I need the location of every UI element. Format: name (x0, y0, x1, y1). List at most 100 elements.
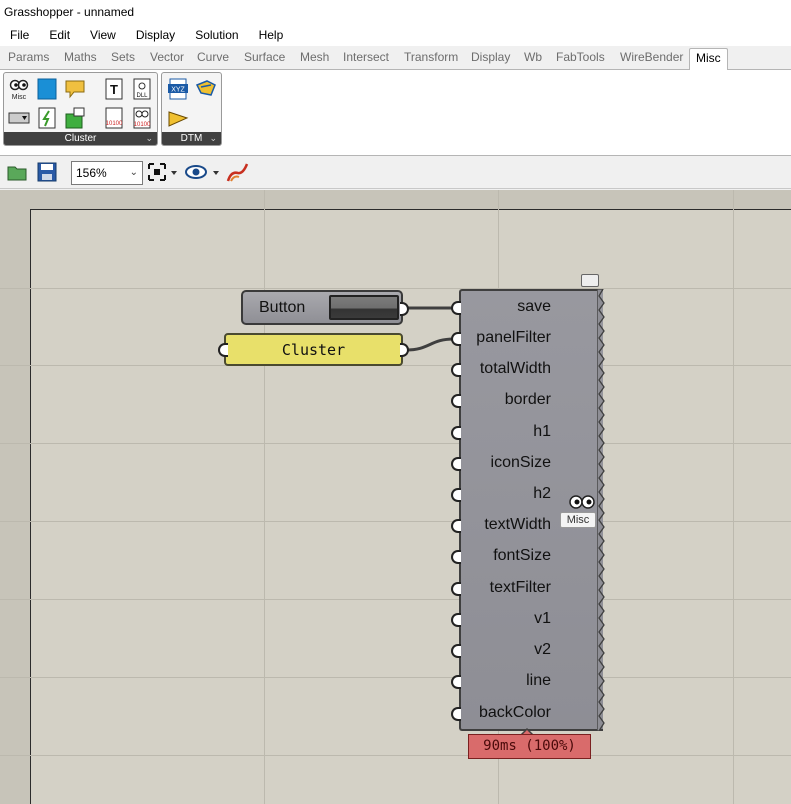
tab-transform[interactable]: Transform (404, 50, 458, 64)
binary-icon-text: 10100 (106, 121, 123, 127)
binary-eyes-icon-text: 10100 (134, 122, 151, 128)
button-face[interactable] (329, 295, 399, 320)
input-label-backcolor: backColor (478, 704, 551, 721)
cluster-expand-icon[interactable]: ⌄ (145, 132, 153, 145)
tab-maths[interactable]: Maths (64, 50, 97, 64)
menu-bar: File Edit View Display Solution Help (0, 24, 791, 46)
dll-file-icon[interactable]: DLL (131, 77, 153, 101)
component-badge: Misc (560, 512, 596, 528)
menu-file[interactable]: File (8, 24, 31, 46)
menu-help[interactable]: Help (257, 24, 286, 46)
zoom-extents-icon[interactable] (146, 161, 178, 183)
value-list-icon[interactable] (8, 106, 30, 130)
canvas-area[interactable] (30, 209, 791, 804)
misc-component[interactable] (459, 289, 603, 731)
input-label-fontsize: fontSize (493, 547, 551, 564)
cluster-panel[interactable]: Cluster (224, 333, 403, 366)
component-jagged-edge (597, 289, 605, 731)
input-port-backcolor[interactable] (451, 707, 461, 721)
ribbon-group-label-dtm: DTM ⌄ (162, 132, 221, 145)
button-component[interactable]: Button (241, 290, 403, 325)
menu-view[interactable]: View (88, 24, 118, 46)
input-port-save[interactable] (451, 301, 461, 315)
input-port-fontsize[interactable] (451, 550, 461, 564)
menu-edit[interactable]: Edit (47, 24, 72, 46)
sketch-icon[interactable] (225, 161, 251, 183)
grasshopper-canvas[interactable] (0, 190, 791, 804)
zoom-select[interactable]: 156% ⌄ (71, 161, 143, 185)
grid-line (0, 443, 791, 444)
grid-line (0, 677, 791, 678)
blue-swatch-icon[interactable] (36, 77, 58, 101)
input-port-h2[interactable] (451, 488, 461, 502)
grid-line (264, 190, 265, 804)
input-port-v2[interactable] (451, 644, 461, 658)
menu-solution[interactable]: Solution (193, 24, 240, 46)
speech-bubble-icon[interactable] (64, 77, 86, 101)
tab-sets[interactable]: Sets (111, 50, 135, 64)
tab-display[interactable]: Display (471, 50, 510, 64)
tab-surface[interactable]: Surface (244, 50, 285, 64)
dtm-expand-icon[interactable]: ⌄ (209, 132, 217, 145)
input-label-border: border (504, 391, 551, 408)
grid-line (0, 755, 791, 756)
script-file-icon[interactable] (36, 106, 58, 130)
grid-line (733, 190, 734, 804)
canvas-left-margin (0, 190, 30, 804)
ribbon-group-dtm: XYZ DTM ⌄ (161, 72, 222, 146)
grasshopper-window: Grasshopper - unnamed File Edit View Dis… (0, 0, 791, 804)
binary-eyes-icon[interactable]: 10100 (131, 106, 153, 130)
input-port-border[interactable] (451, 394, 461, 408)
dtm-group-label: DTM (180, 133, 203, 144)
profiler-timer-text: 90ms (100%) (483, 738, 576, 754)
canvas-top-margin (0, 190, 791, 209)
input-label-textfilter: textFilter (489, 579, 551, 596)
input-port-v1[interactable] (451, 613, 461, 627)
grid-line (0, 521, 791, 522)
save-icon[interactable] (36, 161, 58, 183)
input-port-line[interactable] (451, 675, 461, 689)
tab-intersect[interactable]: Intersect (343, 50, 389, 64)
input-label-iconsize: iconSize (490, 454, 551, 471)
dll-icon-text: DLL (136, 93, 148, 99)
preview-eye-icon[interactable] (184, 161, 222, 183)
input-port-textwidth[interactable] (451, 519, 461, 533)
xyz-file-icon[interactable]: XYZ (167, 77, 189, 101)
menu-display[interactable]: Display (134, 24, 177, 46)
contour-icon[interactable] (167, 106, 189, 130)
input-label-textwidth: textWidth (484, 516, 551, 533)
tab-vector[interactable]: Vector (150, 50, 184, 64)
component-eyes-icon (569, 495, 595, 509)
terrain-icon[interactable] (195, 77, 217, 101)
tab-misc[interactable]: Misc (689, 48, 728, 71)
open-folder-icon[interactable] (6, 161, 28, 183)
input-label-h1: h1 (533, 423, 551, 440)
green-box-icon[interactable] (64, 106, 86, 130)
binary-file-icon[interactable]: 10100 (103, 106, 125, 130)
panel-input-port[interactable] (218, 343, 228, 357)
tab-wirebender[interactable]: WireBender (620, 50, 683, 64)
grid-line (0, 288, 791, 289)
input-port-h1[interactable] (451, 426, 461, 440)
tab-fabtools[interactable]: FabTools (556, 50, 605, 64)
ribbon-group-label-cluster: Cluster ⌄ (4, 132, 157, 145)
text-icon-glyph: T (110, 82, 118, 97)
input-port-textfilter[interactable] (451, 582, 461, 596)
input-port-totalwidth[interactable] (451, 363, 461, 377)
panel-text: Cluster (281, 341, 346, 359)
input-label-save: save (517, 298, 551, 315)
input-port-iconsize[interactable] (451, 457, 461, 471)
xyz-icon-text: XYZ (171, 87, 185, 94)
tab-curve[interactable]: Curve (197, 50, 229, 64)
input-label-panelfilter: panelFilter (476, 329, 551, 346)
input-port-panelfilter[interactable] (451, 332, 461, 346)
cluster-group-label: Cluster (64, 133, 97, 144)
tab-mesh[interactable]: Mesh (300, 50, 329, 64)
text-file-icon[interactable]: T (103, 77, 125, 101)
tab-params[interactable]: Params (8, 50, 49, 64)
component-menu-tab[interactable] (581, 274, 599, 287)
misc-eyes-icon[interactable]: Misc (8, 77, 30, 101)
misc-icon-text: Misc (12, 94, 27, 101)
input-label-v1: v1 (534, 610, 551, 627)
tab-wb[interactable]: Wb (524, 50, 542, 64)
